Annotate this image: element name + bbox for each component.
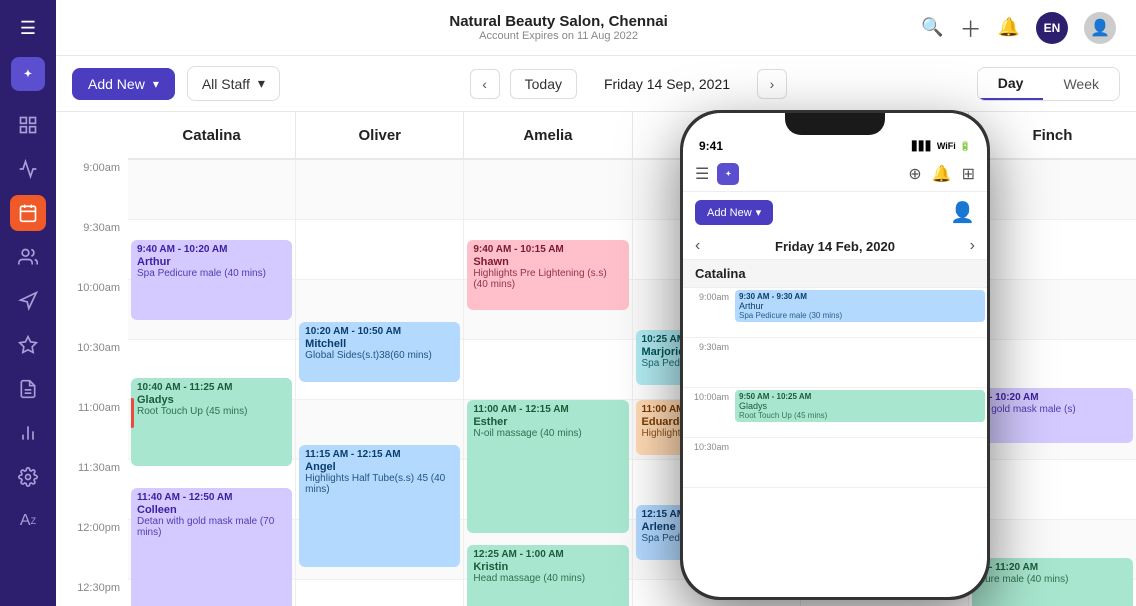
staff-header-oliver: Oliver [296,112,464,158]
phone-time-row-900: 9:00am 9:30 AM - 9:30 AM Arthur Spa Pedi… [683,288,987,338]
sidebar-icon-users[interactable] [10,239,46,275]
phone-date-display: Friday 14 Feb, 2020 [775,239,895,254]
signal-icon: ▋▋▋ [912,141,933,152]
sidebar: ☰ ✦ AZ [0,0,56,606]
time-label-900: 9:00am [56,160,128,220]
add-icon[interactable]: ＋ [960,12,982,44]
next-date-button[interactable]: › [757,69,787,99]
phone-appt-gladys[interactable]: 9:50 AM - 10:25 AM Gladys Root Touch Up … [735,390,985,422]
wifi-icon: WiFi [937,141,956,151]
phone-time-grid: 9:00am 9:30 AM - 9:30 AM Arthur Spa Pedi… [683,288,987,597]
appt-amelia-esther[interactable]: 11:00 AM - 12:15 AM Esther N-oil massage… [467,400,628,533]
appt-amelia-shawn[interactable]: 9:40 AM - 10:15 AM Shawn Highlights Pre … [467,240,628,310]
time-label-1130: 11:30am [56,460,128,520]
appt-catalina-colleen[interactable]: 11:40 AM - 12:50 AM Colleen Detan with g… [131,488,292,606]
toolbar: Add New ▾ All Staff ▾ ‹ Today Friday 14 … [56,56,1136,112]
account-expiry: Account Expires on 11 Aug 2022 [449,30,667,42]
phone-time-row-930: 9:30am [683,338,987,388]
phone-person-icon[interactable]: 👤 [950,200,975,225]
app-logo: ✦ [11,57,45,91]
sidebar-icon-megaphone[interactable] [10,283,46,319]
header-center: Natural Beauty Salon, Chennai Account Ex… [449,13,667,42]
salon-name: Natural Beauty Salon, Chennai [449,13,667,30]
phone-next-date[interactable]: › [970,237,975,255]
staff-header-amelia: Amelia [464,112,632,158]
view-toggle: Day Week [977,67,1120,101]
today-button[interactable]: Today [510,69,577,99]
phone-menu-icon[interactable]: ☰ [695,164,709,184]
phone-bell-icon[interactable]: 🔔 [932,164,952,184]
phone-prev-date[interactable]: ‹ [695,237,700,255]
phone-appt-arthur[interactable]: 9:30 AM - 9:30 AM Arthur Spa Pedicure ma… [735,290,985,322]
phone-topbar-right: ⊕ 🔔 ⊞ [908,164,975,184]
appt-finch-1[interactable]: M - 10:20 AM ith gold mask male (s) [972,388,1133,443]
toolbar-left: Add New ▾ All Staff ▾ [72,66,280,101]
day-view-button[interactable]: Day [978,68,1044,100]
date-navigation: ‹ Today Friday 14 Sep, 2021 › [470,69,787,99]
current-date-display: Friday 14 Sep, 2021 [587,76,747,92]
phone-add-new-button[interactable]: Add New ▾ [695,200,773,225]
battery-icon: 🔋 [960,141,971,152]
sidebar-icon-grid[interactable] [10,107,46,143]
phone-date-nav: ‹ Friday 14 Feb, 2020 › [683,233,987,259]
staff-col-oliver: 10:20 AM - 10:50 AM Mitchell Global Side… [296,160,464,606]
phone-status-icons: ▋▋▋ WiFi 🔋 [912,141,971,152]
phone-time: 9:41 [699,139,723,153]
sidebar-icon-chart[interactable] [10,415,46,451]
phone-mockup: 9:41 ▋▋▋ WiFi 🔋 ☰ ✦ ⊕ 🔔 ⊞ [680,110,990,600]
staff-filter-chevron-icon: ▾ [258,75,265,92]
time-label-1230: 12:30pm [56,580,128,606]
staff-header-finch: Finch [969,112,1136,158]
staff-header-catalina: Catalina [128,112,296,158]
header-actions: 🔍 ＋ 🔔 EN 👤 [921,12,1116,44]
appt-oliver-angel[interactable]: 11:15 AM - 12:15 AM Angel Highlights Hal… [299,445,460,567]
sidebar-icon-bar-chart[interactable] [10,151,46,187]
appt-oliver-mitchell[interactable]: 10:20 AM - 10:50 AM Mitchell Global Side… [299,322,460,382]
user-avatar[interactable]: 👤 [1084,12,1116,44]
user-initials-avatar[interactable]: EN [1036,12,1068,44]
appt-amelia-kristin[interactable]: 12:25 AM - 1:00 AM Kristin Head massage … [467,545,628,606]
appt-catalina-gladys[interactable]: 10:40 AM - 11:25 AM Gladys Root Touch Up… [131,378,292,466]
phone-screen: 9:41 ▋▋▋ WiFi 🔋 ☰ ✦ ⊕ 🔔 ⊞ [683,113,987,597]
time-column: 9:00am 9:30am 10:00am 10:30am 11:00am 11… [56,112,128,606]
time-label-1000: 10:00am [56,280,128,340]
phone-staff-header: Catalina [683,259,987,288]
appt-finch-2[interactable]: M - 11:20 AM icure male (40 mins) [972,558,1133,606]
prev-date-button[interactable]: ‹ [470,69,500,99]
time-label-1200: 12:00pm [56,520,128,580]
phone-add-chevron-icon: ▾ [756,206,762,219]
phone-topbar-left: ☰ ✦ [695,163,739,185]
notification-icon[interactable]: 🔔 [998,17,1020,38]
menu-icon[interactable]: ☰ [14,12,42,45]
add-new-chevron-icon: ▾ [153,77,159,91]
phone-add-row: Add New ▾ 👤 [683,192,987,233]
phone-add-icon[interactable]: ⊕ [908,164,921,184]
sidebar-icon-clipboard[interactable] [10,371,46,407]
week-view-button[interactable]: Week [1043,68,1119,100]
phone-time-row-1000: 10:00am 9:50 AM - 10:25 AM Gladys Root T… [683,388,987,438]
time-label-1030: 10:30am [56,340,128,400]
phone-grid-icon[interactable]: ⊞ [962,164,975,184]
phone-time-row-1030: 10:30am [683,438,987,488]
staff-col-amelia: 9:40 AM - 10:15 AM Shawn Highlights Pre … [464,160,632,606]
staff-col-finch: M - 10:20 AM ith gold mask male (s) M - … [969,160,1136,606]
time-label-930: 9:30am [56,220,128,280]
sidebar-icon-calendar[interactable] [10,195,46,231]
time-label-1100: 11:00am [56,400,128,460]
appt-catalina-arthur[interactable]: 9:40 AM - 10:20 AM Arthur Spa Pedicure m… [131,240,292,320]
staff-col-catalina: 9:40 AM - 10:20 AM Arthur Spa Pedicure m… [128,160,296,606]
phone-app-logo: ✦ [717,163,739,185]
sidebar-icon-gear[interactable] [10,459,46,495]
phone-topbar: ☰ ✦ ⊕ 🔔 ⊞ [683,157,987,192]
sidebar-icon-translate[interactable]: AZ [10,503,46,539]
staff-filter-button[interactable]: All Staff ▾ [187,66,280,101]
search-icon[interactable]: 🔍 [921,17,943,38]
phone-notch [785,113,885,135]
add-new-button[interactable]: Add New ▾ [72,68,175,100]
header: Natural Beauty Salon, Chennai Account Ex… [56,0,1136,56]
sidebar-icon-star[interactable] [10,327,46,363]
